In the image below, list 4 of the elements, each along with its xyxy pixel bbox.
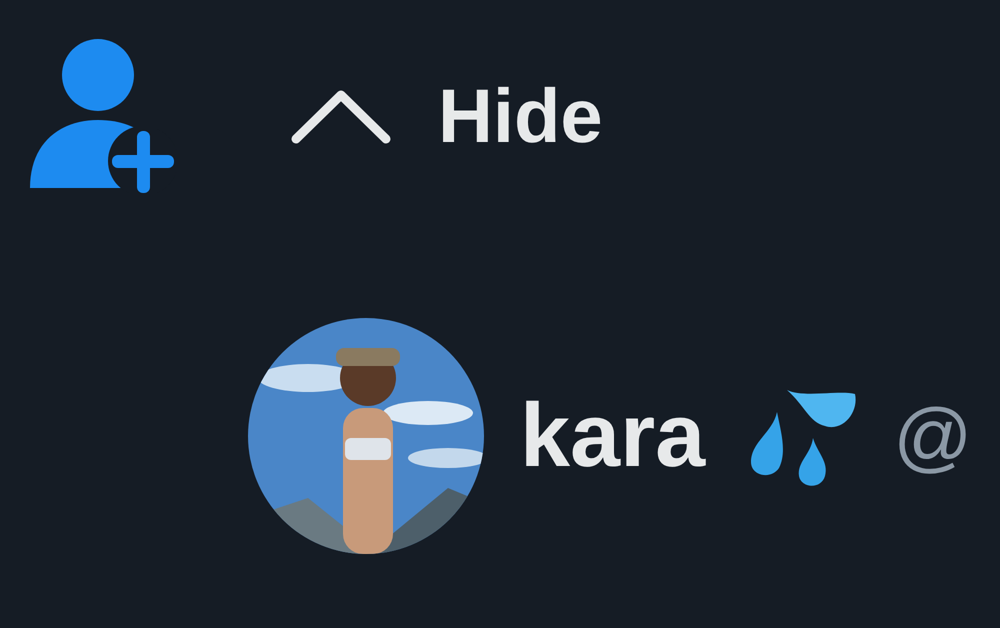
user-handle: @ — [893, 397, 972, 475]
hide-button[interactable]: Hide — [290, 79, 603, 155]
user-name[interactable]: kara — [520, 391, 706, 481]
chevron-up-icon — [290, 89, 392, 145]
